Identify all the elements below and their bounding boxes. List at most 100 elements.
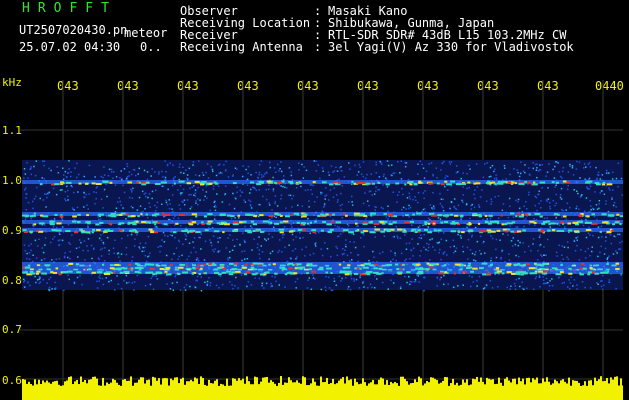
noise-pixel	[412, 247, 415, 249]
noise-pixel	[604, 240, 607, 242]
signal-streak	[154, 182, 161, 185]
signal-streak	[374, 228, 381, 231]
noise-pixel	[420, 250, 422, 252]
signal-streak	[252, 262, 259, 265]
signal-streak	[484, 214, 488, 217]
signal-streak	[317, 214, 321, 217]
noise-pixel	[249, 200, 252, 203]
noise-pixel	[350, 252, 352, 254]
noise-pixel	[512, 237, 514, 239]
noise-level-column	[26, 383, 28, 400]
signal-streak	[373, 271, 379, 274]
noise-pixel	[494, 196, 496, 198]
noise-pixel	[151, 197, 153, 200]
noise-pixel	[29, 284, 31, 287]
noise-pixel	[169, 203, 171, 205]
noise-pixel	[97, 216, 99, 218]
noise-pixel	[87, 250, 89, 252]
noise-pixel	[387, 288, 389, 290]
noise-pixel	[378, 188, 381, 191]
signal-streak	[198, 272, 201, 275]
noise-pixel	[68, 160, 70, 162]
noise-pixel	[563, 281, 565, 284]
signal-streak	[259, 214, 264, 217]
signal-streak	[235, 270, 241, 273]
noise-pixel	[539, 234, 541, 236]
noise-pixel	[196, 275, 199, 278]
noise-pixel	[611, 198, 613, 200]
noise-pixel	[100, 234, 102, 236]
noise-pixel	[234, 285, 236, 287]
noise-pixel	[510, 240, 513, 242]
noise-pixel	[478, 204, 480, 206]
noise-pixel	[574, 250, 577, 252]
noise-pixel	[509, 173, 511, 176]
noise-pixel	[39, 281, 42, 283]
noise-pixel	[368, 204, 370, 207]
noise-pixel	[329, 189, 332, 191]
noise-pixel	[278, 284, 280, 286]
noise-level-column	[234, 378, 236, 400]
signal-streak	[136, 181, 140, 184]
signal-streak	[417, 229, 421, 232]
signal-streak	[578, 220, 583, 223]
noise-pixel	[55, 258, 57, 261]
noise-level-column	[482, 381, 484, 400]
noise-pixel	[103, 260, 106, 262]
signal-streak	[368, 221, 373, 224]
noise-pixel	[296, 278, 299, 280]
noise-pixel	[555, 184, 557, 186]
signal-streak	[65, 181, 72, 184]
noise-pixel	[190, 251, 192, 254]
noise-pixel	[316, 196, 318, 198]
noise-pixel	[122, 184, 124, 187]
noise-level-column	[90, 379, 92, 400]
noise-pixel	[274, 195, 277, 197]
noise-pixel	[151, 168, 153, 170]
noise-pixel	[305, 246, 307, 248]
noise-pixel	[95, 191, 97, 194]
noise-pixel	[32, 224, 34, 226]
noise-pixel	[80, 241, 82, 244]
noise-pixel	[362, 202, 365, 205]
signal-streak	[178, 180, 185, 183]
noise-pixel	[349, 288, 352, 291]
noise-pixel	[260, 160, 263, 162]
noise-pixel	[601, 288, 604, 291]
signal-streak	[29, 215, 34, 218]
noise-pixel	[246, 258, 249, 260]
noise-pixel	[212, 170, 214, 173]
noise-pixel	[595, 166, 597, 169]
noise-pixel	[517, 239, 519, 242]
noise-level-column	[196, 378, 198, 400]
noise-pixel	[466, 226, 468, 229]
noise-level-column	[240, 380, 242, 400]
noise-pixel	[350, 277, 353, 280]
noise-pixel	[295, 187, 298, 189]
noise-pixel	[364, 192, 366, 194]
noise-level-column	[480, 377, 482, 400]
noise-pixel	[360, 237, 362, 239]
signal-streak	[242, 220, 247, 223]
signal-streak	[36, 270, 41, 273]
noise-level-column	[84, 379, 86, 400]
noise-pixel	[258, 171, 261, 174]
noise-pixel	[98, 280, 100, 282]
signal-streak	[228, 273, 234, 276]
noise-level-column	[416, 382, 418, 400]
noise-pixel	[325, 187, 327, 189]
noise-pixel	[321, 254, 324, 257]
noise-pixel	[347, 286, 350, 288]
noise-pixel	[344, 243, 347, 246]
signal-streak	[251, 273, 257, 276]
noise-level-column	[122, 379, 124, 400]
noise-pixel	[333, 277, 335, 280]
noise-pixel	[70, 175, 72, 178]
signal-streak	[430, 263, 437, 266]
noise-pixel	[480, 253, 482, 255]
noise-pixel	[212, 188, 215, 190]
noise-pixel	[249, 192, 251, 194]
noise-level-column	[224, 385, 226, 400]
noise-level-column	[444, 377, 446, 400]
noise-pixel	[513, 282, 516, 285]
